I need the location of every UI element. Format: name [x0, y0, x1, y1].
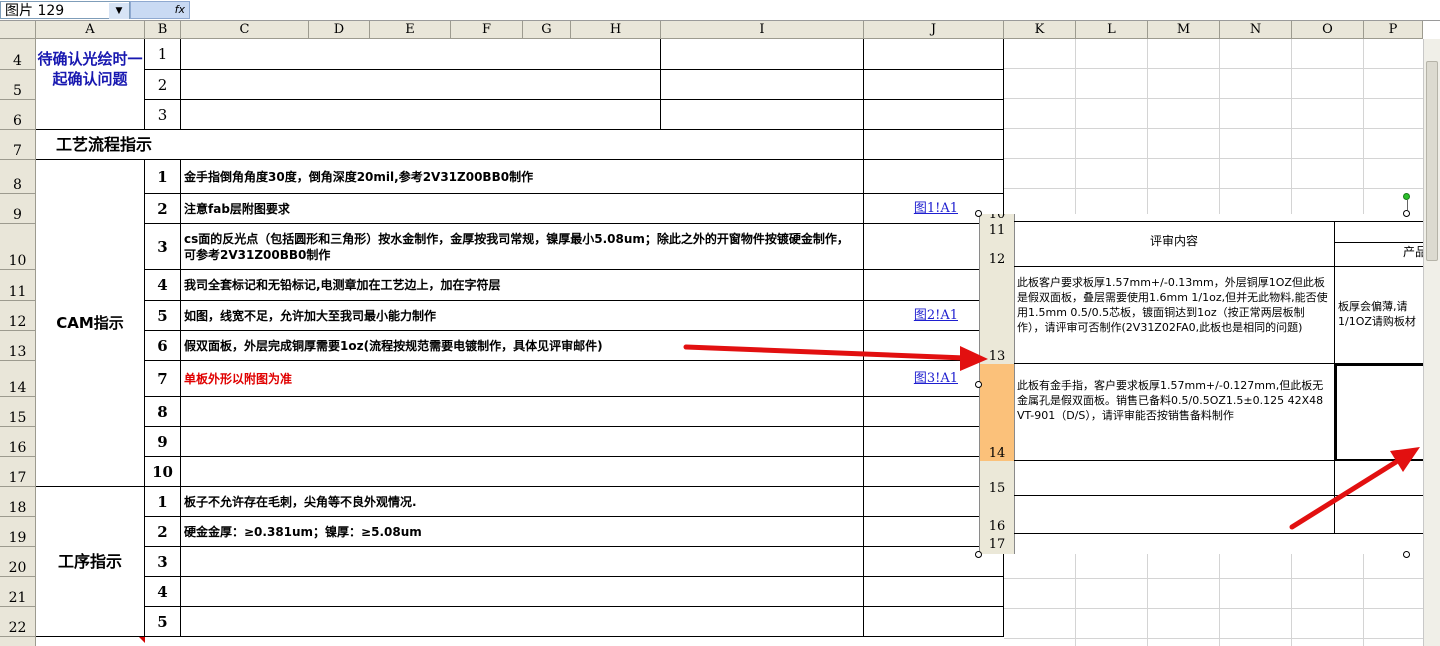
scrollbar-thumb[interactable]	[1426, 61, 1438, 261]
annotation-arrows	[683, 344, 1420, 530]
arrow-to-product-opinion-14	[1289, 447, 1420, 530]
arrow-to-review-row-13	[683, 344, 988, 371]
vertical-scrollbar[interactable]	[1423, 39, 1440, 646]
